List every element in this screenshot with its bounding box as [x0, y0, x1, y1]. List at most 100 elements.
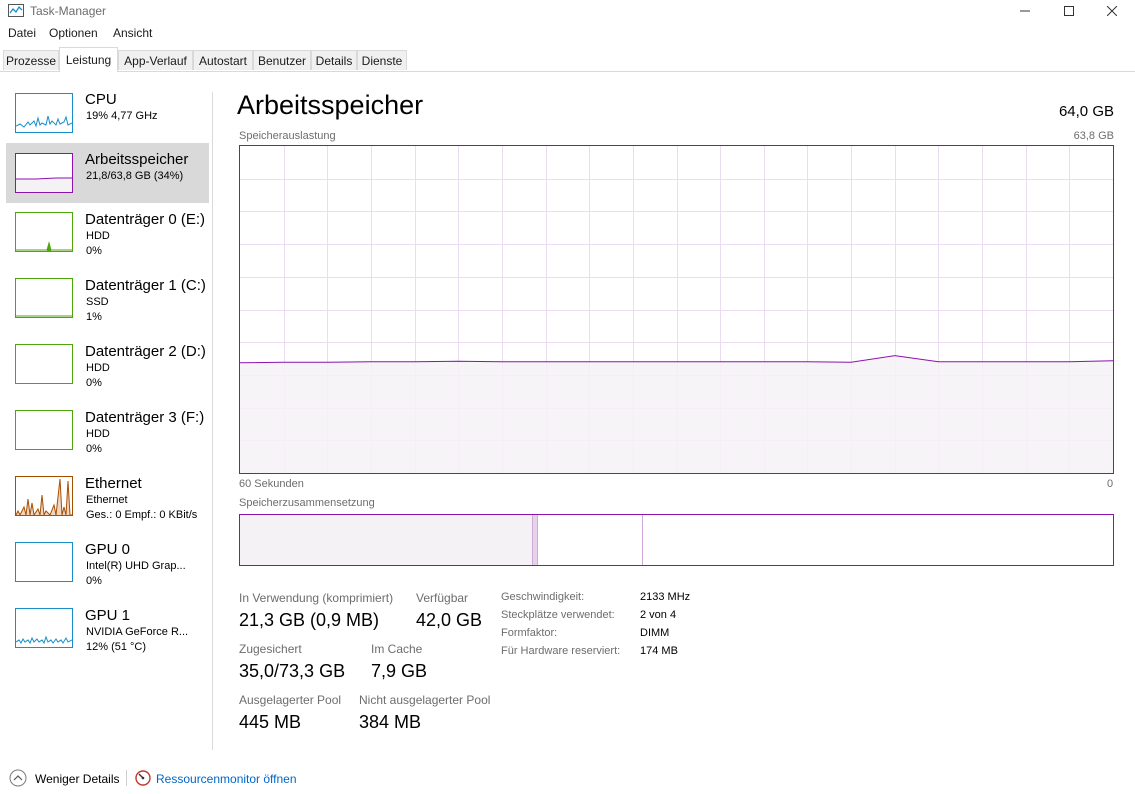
sidebar-item-arbeitsspeicher[interactable]: Arbeitsspeicher 21,8/63,8 GB (34%): [6, 143, 209, 203]
ethernet-thumbnail-graph: [15, 476, 73, 516]
sidebar-item-value: 0%: [86, 575, 102, 587]
committed-label: Zugesichert: [239, 642, 302, 656]
paged-pool-label: Ausgelagerter Pool: [239, 693, 342, 707]
title-bar: Task-Manager: [0, 0, 1135, 22]
gpu-thumbnail-graph: [15, 542, 73, 582]
disk-thumbnail-graph: [15, 344, 73, 384]
tab-app-verlauf[interactable]: App-Verlauf: [118, 50, 193, 70]
sidebar-item-value: 1%: [86, 311, 102, 323]
close-icon: [1107, 6, 1117, 16]
menu-ansicht[interactable]: Ansicht: [113, 26, 152, 40]
sidebar-item-detail: Ethernet: [86, 494, 128, 506]
usage-graph-max: 63,8 GB: [1073, 130, 1114, 142]
total-memory: 64,0 GB: [1058, 103, 1114, 120]
disk-thumbnail-graph: [15, 278, 73, 318]
available-label: Verfügbar: [416, 591, 469, 605]
sidebar-item-gpu-1[interactable]: GPU 1 NVIDIA GeForce R... 12% (51 °C): [6, 600, 209, 660]
sidebar-item-detail: HDD: [86, 428, 110, 440]
sidebar-item-datentraeger-0[interactable]: Datenträger 0 (E:) HDD 0%: [6, 204, 209, 264]
time-axis-end: 0: [1107, 478, 1114, 490]
sidebar-divider: [212, 92, 213, 750]
paged-pool-value: 445 MB: [239, 712, 302, 732]
footer-divider: [126, 770, 127, 786]
hardware-reserved-value: 174 MB: [640, 645, 678, 657]
time-axis-label: 60 Sekunden: [239, 478, 304, 490]
sidebar-item-datentraeger-2[interactable]: Datenträger 2 (D:) HDD 0%: [6, 336, 209, 396]
sidebar-item-detail: NVIDIA GeForce R...: [86, 626, 189, 638]
sidebar-item-value: 0%: [86, 377, 102, 389]
sidebar-item-value: 0%: [86, 443, 102, 455]
memory-usage-chart: [240, 146, 1113, 473]
sidebar-item-label: CPU: [85, 91, 117, 108]
cached-label: Im Cache: [371, 642, 423, 656]
tab-prozesse[interactable]: Prozesse: [3, 50, 59, 70]
close-button[interactable]: [1089, 0, 1135, 22]
sidebar-item-label: Datenträger 1 (C:): [85, 277, 206, 294]
sidebar-item-label: GPU 0: [85, 541, 131, 558]
composition-standby: [538, 515, 643, 565]
menu-datei[interactable]: Datei: [8, 26, 36, 40]
tab-dienste[interactable]: Dienste: [357, 50, 407, 70]
maximize-button[interactable]: [1046, 0, 1092, 22]
in-use-value: 21,3 GB (0,9 MB): [239, 610, 380, 630]
memory-composition-bar: [239, 514, 1114, 566]
in-use-label: In Verwendung (komprimiert): [239, 591, 394, 605]
page-title: Arbeitsspeicher: [237, 90, 424, 120]
memory-usage-graph: [239, 145, 1114, 474]
tab-autostart[interactable]: Autostart: [193, 50, 253, 70]
nonpaged-pool-value: 384 MB: [359, 712, 422, 732]
open-resource-monitor-link[interactable]: Ressourcenmonitor öffnen: [156, 772, 297, 786]
menu-optionen[interactable]: Optionen: [49, 26, 98, 40]
sidebar-item-label: Ethernet: [85, 475, 142, 492]
composition-free: [643, 515, 1113, 565]
sidebar-item-detail: 19% 4,77 GHz: [86, 110, 158, 122]
chevron-up-icon[interactable]: [9, 769, 27, 792]
gpu-thumbnail-graph: [15, 608, 73, 648]
form-factor-value: DIMM: [640, 627, 670, 639]
form-factor-label: Formfaktor:: [501, 627, 558, 639]
usage-area: [240, 355, 1113, 473]
tab-benutzer[interactable]: Benutzer: [253, 50, 311, 70]
sidebar-item-ethernet[interactable]: Ethernet Ethernet Ges.: 0 Empf.: 0 KBit/…: [6, 468, 209, 528]
sidebar-item-cpu[interactable]: CPU 19% 4,77 GHz: [6, 84, 209, 144]
disk-thumbnail-graph: [15, 410, 73, 450]
sidebar-item-label: Datenträger 2 (D:): [85, 343, 206, 360]
disk-thumbnail-graph: [15, 212, 73, 252]
sidebar-item-value: Ges.: 0 Empf.: 0 KBit/s: [86, 509, 198, 521]
sidebar-item-label: Datenträger 0 (E:): [85, 211, 206, 228]
speed-label: Geschwindigkeit:: [501, 591, 585, 603]
sidebar-item-detail: HDD: [86, 362, 110, 374]
tab-details[interactable]: Details: [311, 50, 357, 70]
slots-label: Steckplätze verwendet:: [501, 609, 615, 621]
window-title: Task-Manager: [30, 4, 107, 18]
sidebar-item-datentraeger-1[interactable]: Datenträger 1 (C:) SSD 1%: [6, 270, 209, 330]
sidebar-item-value: 12% (51 °C): [86, 641, 147, 653]
sidebar-item-label: GPU 1: [85, 607, 131, 624]
sidebar-item-value: 0%: [86, 245, 102, 257]
sidebar-item-detail: Intel(R) UHD Grap...: [86, 560, 186, 572]
sidebar-item-detail: HDD: [86, 230, 110, 242]
cpu-thumbnail-graph: [15, 93, 73, 133]
task-manager-app-icon: [8, 4, 24, 17]
sidebar-item-label: Datenträger 3 (F:): [85, 409, 205, 426]
available-value: 42,0 GB: [416, 610, 483, 630]
memory-thumbnail-graph: [15, 153, 73, 193]
resource-sidebar: CPU 19% 4,77 GHz Arbeitsspeicher 21,8/63…: [0, 72, 212, 752]
usage-graph-label: Speicherauslastung: [239, 130, 336, 142]
hardware-reserved-label: Für Hardware reserviert:: [501, 645, 621, 657]
minimize-button[interactable]: [1002, 0, 1048, 22]
resource-monitor-icon[interactable]: [135, 770, 151, 791]
sidebar-item-datentraeger-3[interactable]: Datenträger 3 (F:) HDD 0%: [6, 402, 209, 462]
cached-value: 7,9 GB: [371, 661, 428, 681]
speed-value: 2133 MHz: [640, 591, 691, 603]
sidebar-item-label: Arbeitsspeicher: [85, 151, 189, 168]
composition-in-use: [240, 515, 533, 565]
tab-leistung[interactable]: Leistung: [59, 47, 118, 72]
sidebar-item-detail: 21,8/63,8 GB (34%): [86, 170, 184, 182]
tab-bar: Prozesse Leistung App-Verlauf Autostart …: [0, 45, 1135, 72]
composition-label: Speicherzusammensetzung: [239, 497, 375, 509]
fewer-details-button[interactable]: Weniger Details: [35, 772, 119, 786]
sidebar-item-gpu-0[interactable]: GPU 0 Intel(R) UHD Grap... 0%: [6, 534, 209, 594]
slots-value: 2 von 4: [640, 609, 677, 621]
nonpaged-pool-label: Nicht ausgelagerter Pool: [359, 693, 491, 707]
